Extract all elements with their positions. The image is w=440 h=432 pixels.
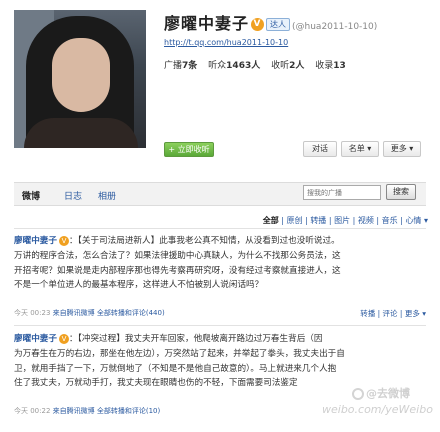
search-input[interactable] bbox=[303, 185, 381, 200]
filter-retweet[interactable]: 转播 bbox=[310, 216, 326, 225]
stat-listeners-value[interactable]: 1463人 bbox=[226, 61, 260, 71]
post-retweets[interactable]: 全部转播和评论(440) bbox=[97, 309, 165, 317]
dialog-label: 对话 bbox=[312, 144, 328, 153]
list-button[interactable]: 名单 ▾ bbox=[341, 141, 379, 157]
post-author[interactable]: 廖曜中妻子 bbox=[14, 334, 57, 344]
post-more-button[interactable]: 更多 bbox=[405, 309, 420, 318]
post-retweets[interactable]: 全部转播和评论(10) bbox=[97, 407, 160, 415]
post-text: ：【关于司法局进新人】此事我老公真不知情，从没看到过也没听说过。 bbox=[68, 236, 340, 246]
post-author[interactable]: 廖曜中妻子 bbox=[14, 236, 57, 246]
profile-header: 廖曜中妻子 V 达人 (@hua2011-10-10) bbox=[164, 10, 377, 34]
verified-icon: V bbox=[251, 18, 265, 31]
stat-listening-value[interactable]: 2人 bbox=[289, 61, 304, 71]
chevron-down-icon: ▾ bbox=[422, 309, 426, 318]
post-item: 廖曜中妻子 V ：【关于司法局进新人】此事我老公真不知情，从没看到过也没听说过。 万… bbox=[14, 234, 426, 293]
stat-listeners-label: 听众 bbox=[208, 61, 227, 71]
comment-button[interactable]: 评论 bbox=[383, 309, 398, 318]
post-source[interactable]: 来自腾讯微博 bbox=[53, 407, 95, 415]
filter-music[interactable]: 音乐 bbox=[382, 216, 398, 225]
follow-button[interactable]: + 立即收听 bbox=[164, 142, 214, 157]
post-time[interactable]: 今天 00:23 bbox=[14, 309, 50, 317]
post-line: 廖曜中妻子 V ：【冲突过程】我丈夫开车回家，他爬坡离开路边过万春生背后（因 bbox=[14, 332, 426, 347]
avatar-face bbox=[52, 38, 110, 112]
search-button[interactable]: 搜索 bbox=[386, 184, 416, 200]
tab-weibo[interactable]: 微博 bbox=[22, 189, 40, 202]
stat-broadcast-value[interactable]: 7条 bbox=[182, 61, 197, 71]
filter-original[interactable]: 原创 bbox=[287, 216, 303, 225]
profile-handle: (@hua2011-10-10) bbox=[292, 22, 378, 32]
verified-icon: V bbox=[58, 235, 69, 246]
post-meta: 今天 00:23 来自腾讯微博 全部转播和评论(440) bbox=[14, 308, 165, 318]
post-meta: 今天 00:22 来自腾讯微博 全部转播和评论(10) bbox=[14, 406, 160, 416]
list-label: 名单 bbox=[348, 144, 365, 153]
post-text: 卫，就用手挡了一下，万就倒地了（不知是不是他自己故意的）。马上就进来几个人抱 bbox=[14, 363, 337, 374]
chevron-down-icon: ▾ bbox=[367, 144, 372, 153]
retweet-button[interactable]: 转播 bbox=[360, 309, 375, 318]
divider bbox=[14, 228, 426, 229]
post-text: ：【冲突过程】我丈夫开车回家，他爬坡离开路边过万春生背后（因 bbox=[68, 334, 323, 344]
filter-image[interactable]: 图片 bbox=[334, 216, 350, 225]
profile-name: 廖曜中妻子 bbox=[164, 14, 250, 33]
post-source[interactable]: 来自腾讯微博 bbox=[53, 309, 95, 317]
avatar-shirt bbox=[24, 118, 138, 148]
profile-avatar[interactable] bbox=[14, 10, 146, 148]
stat-collection-value[interactable]: 13 bbox=[333, 61, 346, 71]
more-label: 更多 bbox=[390, 144, 407, 153]
watermark-url: weibo.com/yeWeibo bbox=[322, 403, 433, 416]
filter-mood[interactable]: 心情 bbox=[405, 216, 421, 225]
stat-collection-label: 收录 bbox=[315, 61, 334, 71]
stat-listening-label: 收听 bbox=[271, 61, 290, 71]
chevron-down-icon[interactable]: ▾ bbox=[424, 216, 428, 225]
watermark-text: @去微博 bbox=[366, 387, 410, 400]
post-filter: 全部 | 原创 | 转播 | 图片 | 视频 | 音乐 | 心情 ▾ bbox=[262, 216, 428, 225]
post-item: 廖曜中妻子 V ：【冲突过程】我丈夫开车回家，他爬坡离开路边过万春生背后（因 为万春… bbox=[14, 332, 426, 391]
post-text: 开招考呢？如果说是走内部程序那也得先考察再研究呀，没有经过考察就直接进人，这 bbox=[14, 265, 341, 276]
verified-icon: V bbox=[58, 333, 69, 344]
post-line: 廖曜中妻子 V ：【关于司法局进新人】此事我老公真不知情，从没看到过也没听说过。 bbox=[14, 234, 426, 249]
member-badge[interactable]: 达人 bbox=[266, 18, 291, 31]
profile-url[interactable]: http://t.qq.com/hua2011-10-10 bbox=[164, 38, 288, 47]
post-text: 为万春生在万的右边，那坐在他左边），万突然站了起来，并举起了拳头，我丈夫出于自 bbox=[14, 348, 345, 359]
chevron-down-icon: ▾ bbox=[409, 144, 414, 153]
filter-all[interactable]: 全部 bbox=[263, 216, 279, 225]
post-time[interactable]: 今天 00:22 bbox=[14, 407, 50, 415]
stat-broadcast-label: 广播 bbox=[164, 61, 183, 71]
watermark-logo-icon bbox=[352, 388, 364, 400]
post-text: 不是一个单位进人的最基本程序，这样进人不怕被别人说闲话吗？ bbox=[14, 280, 264, 291]
divider bbox=[14, 325, 426, 326]
dialog-button[interactable]: 对话 bbox=[303, 141, 337, 157]
profile-stats: 广播7条 听众1463人 收听2人 收录13 bbox=[164, 58, 346, 71]
filter-video[interactable]: 视频 bbox=[358, 216, 374, 225]
more-button[interactable]: 更多 ▾ bbox=[383, 141, 421, 157]
watermark-brand: @去微博 bbox=[352, 385, 410, 401]
tab-album[interactable]: 相册 bbox=[98, 189, 116, 202]
tab-blog[interactable]: 日志 bbox=[64, 189, 82, 202]
post-text: 万讲的程序合法，怎么合法了？如果法律援助中心真缺人，为什么不找那公务员法，这 bbox=[14, 250, 341, 261]
post-actions: 转播 | 评论 | 更多 ▾ bbox=[360, 309, 426, 318]
